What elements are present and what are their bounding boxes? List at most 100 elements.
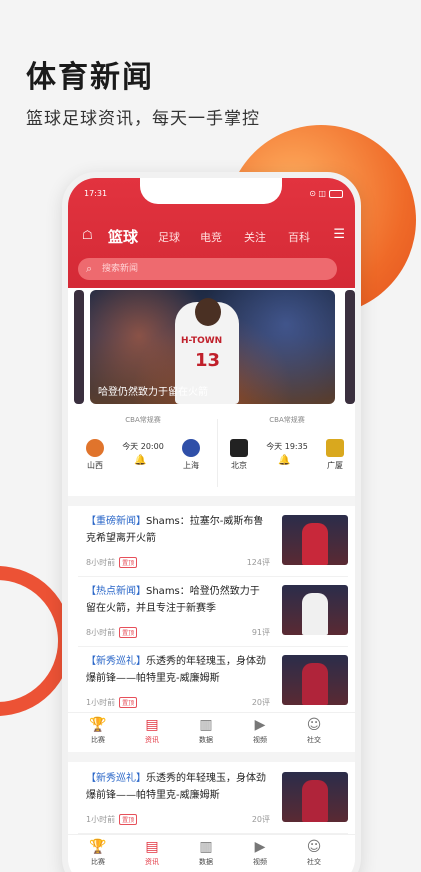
- user-icon[interactable]: ☖: [82, 228, 93, 242]
- home-team: 北京: [222, 439, 256, 471]
- status-time: 17:31: [84, 189, 108, 198]
- team-name: 北京: [231, 461, 247, 470]
- news-time: 1小时前: [86, 815, 116, 824]
- reminder-bell-icon[interactable]: 🔔: [278, 455, 290, 466]
- trophy-icon: 🏆: [89, 839, 107, 855]
- news-meta: 8小时前 置顶 91评: [86, 627, 270, 638]
- jersey-number: 13: [195, 350, 221, 371]
- news-icon: ▤: [145, 717, 159, 733]
- comment-count: 124评: [246, 558, 270, 567]
- news-tag: 【新秀巡礼】: [86, 773, 146, 784]
- tab-encyclopedia[interactable]: 百科: [288, 229, 310, 245]
- news-thumbnail: [282, 515, 348, 565]
- tab-football[interactable]: 足球: [158, 229, 180, 245]
- comment-count: 20评: [251, 815, 270, 824]
- tab-video[interactable]: ▶ 视频: [240, 839, 280, 867]
- phone-notch: [140, 178, 282, 204]
- news-title: 【重磅新闻】Shams：拉塞尔-威斯布鲁克希望离开火箭: [86, 513, 266, 547]
- promo-subtitle: 篮球足球资讯，每天一手掌控: [26, 109, 260, 129]
- news-time: 8小时前: [86, 558, 116, 567]
- news-tag: 【新秀巡礼】: [86, 656, 146, 667]
- carousel-prev-peek[interactable]: [74, 290, 84, 404]
- news-title: 【新秀巡礼】乐透秀的年轻瑰玉，身体劲爆前锋——帕特里克-威廉姆斯: [86, 770, 266, 804]
- news-title: 【热点新闻】Shams：哈登仍然致力于留在火箭，并且专注于新赛季: [86, 583, 266, 617]
- tab-matches[interactable]: 🏆 比赛: [78, 839, 118, 867]
- tab-label: 社交: [307, 858, 321, 866]
- home-team: 山西: [78, 439, 112, 471]
- comment-count: 20评: [251, 698, 270, 707]
- pinned-badge: 置顶: [119, 627, 138, 638]
- comment-count: 91评: [251, 628, 270, 637]
- news-meta: 8小时前 置顶 124评: [86, 557, 270, 568]
- social-icon: ☺: [306, 839, 322, 855]
- tab-data[interactable]: ▥ 数据: [186, 839, 226, 867]
- news-meta: 1小时前 置顶 20评: [86, 814, 270, 825]
- match-card[interactable]: CBA常规赛 山西 今天 20:00 🔔 上海: [76, 411, 210, 495]
- match-strip: CBA常规赛 山西 今天 20:00 🔔 上海 CBA常规赛 北京 今天 19:…: [68, 411, 355, 495]
- search-input[interactable]: ⌕ 搜索新闻: [78, 258, 337, 280]
- match-divider: [217, 419, 218, 487]
- tab-follow[interactable]: 关注: [244, 229, 266, 245]
- match-card[interactable]: CBA常规赛 北京 今天 19:35 🔔 广厦: [220, 411, 354, 495]
- tab-label: 资讯: [145, 858, 159, 866]
- match-time: 今天 19:35: [266, 442, 308, 451]
- player-head: [195, 298, 221, 326]
- social-icon: ☺: [306, 717, 322, 733]
- tab-news[interactable]: ▤ 资讯: [132, 839, 172, 867]
- promo-screen: 体育新闻 篮球足球资讯，每天一手掌控 17:31 ⊙ ◫ ☖ 篮球 足球 电竞 …: [0, 0, 421, 872]
- tab-social[interactable]: ☺ 社交: [294, 717, 334, 745]
- trophy-icon: 🏆: [89, 717, 107, 733]
- channel-nav: ☖ 篮球 足球 电竞 关注 百科 ☰: [68, 226, 355, 250]
- menu-icon[interactable]: ☰: [333, 227, 345, 242]
- team-logo-icon: [326, 439, 344, 457]
- news-item[interactable]: 【新秀巡礼】乐透秀的年轻瑰玉，身体劲爆前锋——帕特里克-威廉姆斯 1小时前 置顶 2…: [78, 764, 348, 834]
- tab-matches[interactable]: 🏆 比赛: [78, 717, 118, 745]
- news-time: 1小时前: [86, 698, 116, 707]
- jersey-text: H-TOWN: [181, 336, 223, 346]
- headline-banner[interactable]: H-TOWN 13 哈登仍然致力于留在火箭: [90, 290, 335, 404]
- bottom-tabbar: 🏆 比赛 ▤ 资讯 ▥ 数据 ▶ 视频 ☺ 社交: [68, 834, 355, 872]
- news-item[interactable]: 【热点新闻】Shams：哈登仍然致力于留在火箭，并且专注于新赛季 8小时前 置顶 9…: [78, 577, 348, 647]
- video-icon: ▶: [254, 717, 266, 733]
- banner-caption: 哈登仍然致力于留在火箭: [98, 387, 208, 398]
- video-icon: ▶: [254, 839, 266, 855]
- news-thumbnail: [282, 655, 348, 705]
- promo-title: 体育新闻: [26, 60, 154, 95]
- news-icon: ▤: [145, 839, 159, 855]
- tab-data[interactable]: ▥ 数据: [186, 717, 226, 745]
- news-thumbnail: [282, 772, 348, 822]
- tab-label: 视频: [253, 736, 267, 744]
- news-meta: 1小时前 置顶 20评: [86, 697, 270, 708]
- status-icons: ⊙ ◫: [309, 189, 343, 198]
- tab-news[interactable]: ▤ 资讯: [132, 717, 172, 745]
- team-logo-icon: [182, 439, 200, 457]
- match-time: 今天 20:00: [122, 442, 164, 451]
- team-logo-icon: [86, 439, 104, 457]
- tab-basketball[interactable]: 篮球: [108, 226, 138, 247]
- news-tag: 【重磅新闻】: [86, 516, 146, 527]
- search-placeholder: 搜索新闻: [102, 264, 139, 274]
- pinned-badge: 置顶: [119, 557, 138, 568]
- reminder-bell-icon[interactable]: 🔔: [134, 455, 146, 466]
- carousel-next-peek[interactable]: [345, 290, 355, 404]
- news-item[interactable]: 【重磅新闻】Shams：拉塞尔-威斯布鲁克希望离开火箭 8小时前 置顶 124评: [78, 507, 348, 577]
- team-logo-icon: [230, 439, 248, 457]
- pinned-badge: 置顶: [119, 814, 138, 825]
- news-time: 8小时前: [86, 628, 116, 637]
- tab-label: 社交: [307, 736, 321, 744]
- news-item[interactable]: 【新秀巡礼】乐透秀的年轻瑰玉，身体劲爆前锋——帕特里克-威廉姆斯 1小时前 置顶 2…: [78, 647, 348, 717]
- away-team: 广厦: [318, 439, 352, 471]
- thumbnail-player: [302, 663, 328, 705]
- phone-frame: 17:31 ⊙ ◫ ☖ 篮球 足球 电竞 关注 百科 ☰ ⌕ 搜索新闻 H-TO…: [62, 172, 361, 872]
- bottom-tabbar: 🏆 比赛 ▤ 资讯 ▥ 数据 ▶ 视频 ☺ 社交: [68, 712, 355, 752]
- tab-label: 比赛: [91, 736, 105, 744]
- tab-label: 视频: [253, 858, 267, 866]
- tab-video[interactable]: ▶ 视频: [240, 717, 280, 745]
- tab-esports[interactable]: 电竞: [200, 229, 222, 245]
- section-gap: [68, 752, 355, 762]
- news-thumbnail: [282, 585, 348, 635]
- tab-social[interactable]: ☺ 社交: [294, 839, 334, 867]
- team-name: 山西: [87, 461, 103, 470]
- tab-label: 数据: [199, 736, 213, 744]
- away-team: 上海: [174, 439, 208, 471]
